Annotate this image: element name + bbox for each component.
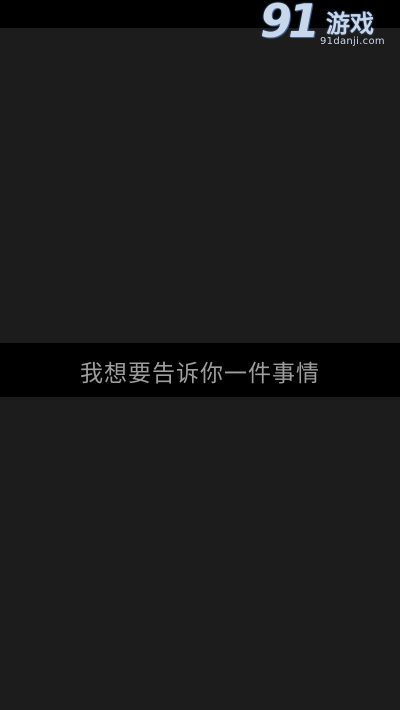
dialogue-box[interactable]: 我想要告诉你一件事情 [0,343,400,397]
watermark-number: 91 [260,0,320,48]
site-watermark-logo: 91 游戏 91danji.com [260,0,396,52]
dialogue-text: 我想要告诉你一件事情 [80,361,320,387]
watermark-site: 91danji.com [320,36,385,47]
watermark-text: 游戏 [326,10,374,38]
